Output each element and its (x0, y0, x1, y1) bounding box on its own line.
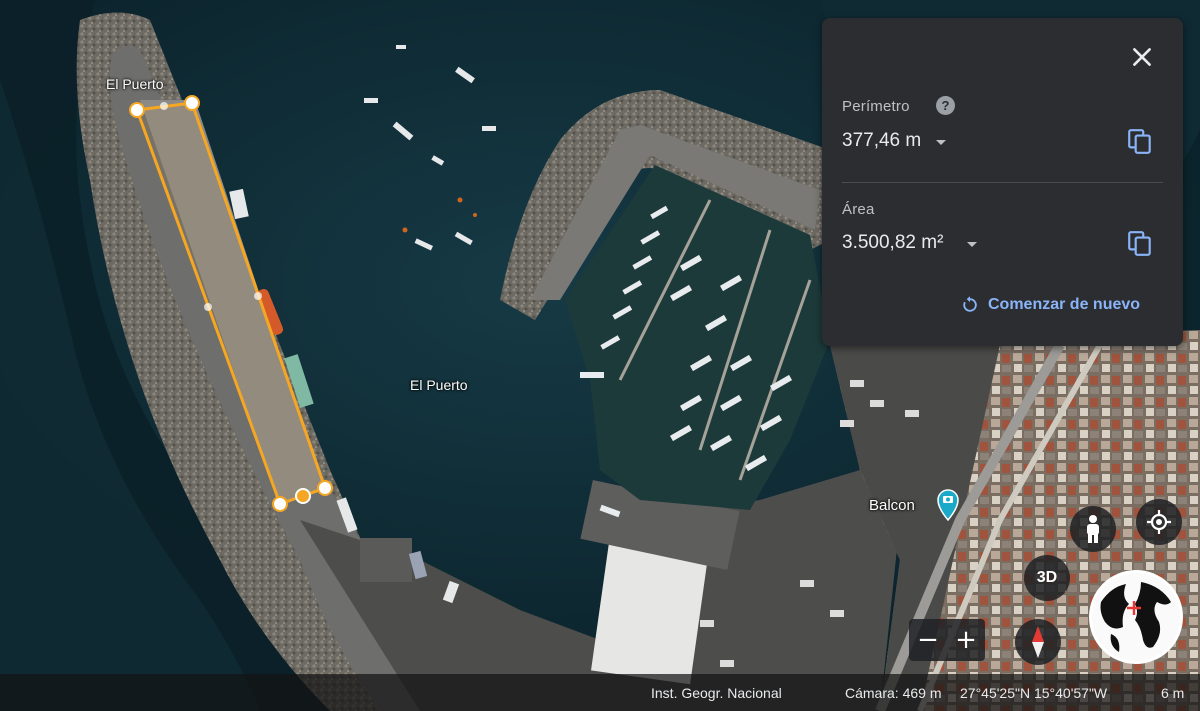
help-icon[interactable]: ? (936, 96, 955, 115)
locate-icon (1147, 510, 1171, 534)
pegman-icon (1087, 515, 1099, 543)
panel-divider (842, 182, 1163, 183)
vertex-handle (272, 496, 288, 512)
measure-panel: Perímetro ? 377,46 m Área 3.500,82 m² Co… (822, 18, 1183, 346)
restart-icon (963, 296, 977, 312)
perimeter-value[interactable]: 377,46 m (842, 130, 921, 152)
midpoint-handle (254, 292, 262, 300)
zoom-out-button[interactable]: − (909, 619, 947, 661)
copy-icon[interactable] (1127, 230, 1153, 258)
zoom-control: − + (909, 619, 985, 661)
camera-altitude: Cámara: 469 m (845, 685, 942, 701)
close-icon[interactable] (1129, 44, 1155, 70)
copy-icon[interactable] (1127, 128, 1153, 156)
poi-label[interactable]: Balcon (869, 497, 915, 514)
midpoint-handle (204, 303, 212, 311)
warehouse-roof (591, 541, 709, 685)
compass-button[interactable] (1015, 619, 1061, 665)
zoom-in-button[interactable]: + (947, 619, 985, 661)
restart-label: Comenzar de nuevo (988, 296, 1141, 313)
midpoint-handle (160, 102, 168, 110)
coordinates-readout: 27°45'25"N 15°40'57"W (960, 685, 1108, 701)
globe-button[interactable] (1089, 570, 1183, 664)
restart-button[interactable]: Comenzar de nuevo (960, 294, 1140, 316)
dropdown-icon[interactable] (936, 140, 946, 145)
area-label: Área (842, 201, 875, 218)
map-viewport[interactable]: El Puerto El Puerto Balcon Perímetro ? 3… (0, 0, 1200, 711)
pegman-button[interactable] (1070, 506, 1116, 552)
compass-icon (1032, 626, 1044, 658)
locate-button[interactable] (1136, 499, 1182, 545)
vertex-handle (129, 102, 145, 118)
perimeter-label: Perímetro (842, 98, 910, 115)
vertex-handle (184, 95, 200, 111)
vertex-handle (317, 480, 333, 496)
globe-icon (1092, 573, 1180, 661)
pier-label: El Puerto (106, 76, 164, 92)
attribution-text: Inst. Geogr. Nacional (651, 685, 782, 701)
dropdown-icon[interactable] (967, 242, 977, 247)
three-d-button[interactable]: 3D (1024, 555, 1070, 601)
area-value[interactable]: 3.500,82 m² (842, 232, 943, 254)
status-bar: Inst. Geogr. Nacional Cámara: 469 m 27°4… (0, 674, 1200, 711)
scale-readout: 6 m (1161, 685, 1185, 701)
vertex-handle-active (295, 488, 311, 504)
harbor-label: El Puerto (410, 377, 468, 393)
